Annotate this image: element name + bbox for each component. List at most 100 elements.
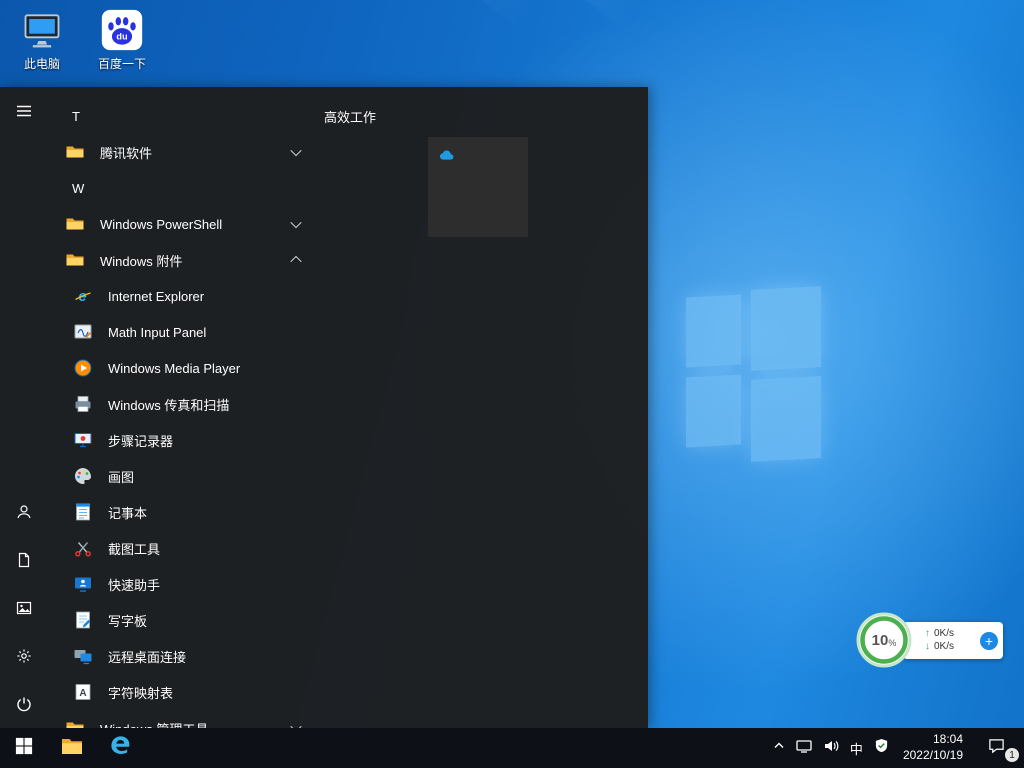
- chevron-down-icon: [290, 145, 301, 156]
- app-list-item[interactable]: 画图: [48, 458, 324, 494]
- svg-text:A: A: [79, 688, 86, 699]
- app-list-item[interactable]: e Internet Explorer: [48, 278, 324, 314]
- usage-percent-sign: %: [888, 638, 896, 648]
- app-list-folder[interactable]: Windows 附件: [48, 242, 324, 278]
- tile-group-label[interactable]: 高效工作: [324, 107, 648, 126]
- math-input-panel-icon: [72, 321, 94, 343]
- add-button[interactable]: +: [980, 632, 998, 650]
- taskbar: 中 18:04 2022/10/19 1: [0, 728, 1024, 768]
- taskbar-left: [0, 728, 144, 768]
- shield-check-icon: [874, 738, 889, 758]
- app-list-item[interactable]: 记事本: [48, 494, 324, 530]
- app-label: 快速助手: [108, 575, 160, 594]
- snipping-tool-icon: [72, 537, 94, 559]
- app-label: Windows 管理工具: [100, 719, 208, 729]
- app-label: Windows Media Player: [108, 361, 240, 376]
- app-section-header[interactable]: T: [48, 98, 324, 134]
- media-player-icon: [72, 357, 94, 379]
- desktop-icon-label: 百度一下: [98, 55, 146, 72]
- app-list-item[interactable]: 写字板: [48, 602, 324, 638]
- notification-badge: 1: [1005, 748, 1019, 762]
- app-label: Internet Explorer: [108, 289, 204, 304]
- wordpad-icon: [72, 609, 94, 631]
- file-explorer-button[interactable]: [48, 728, 96, 768]
- start-rail-top: [0, 87, 48, 135]
- app-list-item[interactable]: Windows Media Player: [48, 350, 324, 386]
- notepad-icon: [72, 501, 94, 523]
- chevron-down-icon: [290, 217, 301, 228]
- app-list-item[interactable]: Math Input Panel: [48, 314, 324, 350]
- app-label: 写字板: [108, 611, 147, 630]
- rail-power-button[interactable]: [0, 680, 48, 728]
- rail-pictures-button[interactable]: [0, 584, 48, 632]
- app-section-header[interactable]: W: [48, 170, 324, 206]
- browser-e-icon: [108, 733, 133, 763]
- internet-explorer-icon: e: [72, 285, 94, 307]
- clock-date: 2022/10/19: [903, 748, 963, 764]
- app-label: 截图工具: [108, 539, 160, 558]
- start-tile-pane: 高效工作: [324, 87, 648, 728]
- app-label: Windows PowerShell: [100, 217, 222, 232]
- folder-icon: [60, 734, 84, 763]
- desktop-icon-this-pc[interactable]: 此电脑: [6, 8, 78, 72]
- net-speed-rows: ↑ 0K/s ↓ 0K/s: [925, 628, 954, 654]
- section-label: T: [72, 109, 80, 124]
- chevron-up-icon: [773, 739, 785, 757]
- rail-settings-button[interactable]: [0, 632, 48, 680]
- upload-speed-row: ↑ 0K/s: [925, 628, 954, 641]
- app-list-folder[interactable]: Windows PowerShell: [48, 206, 324, 242]
- app-list-item[interactable]: A字符映射表: [48, 674, 324, 710]
- rail-menu-button[interactable]: [0, 87, 48, 135]
- tray-ime-indicator[interactable]: 中: [845, 728, 868, 768]
- clock-time: 18:04: [933, 732, 963, 748]
- app-list-item[interactable]: 快速助手: [48, 566, 324, 602]
- character-map-icon: A: [72, 681, 94, 703]
- app-label: 腾讯软件: [100, 143, 152, 162]
- app-list-item[interactable]: 步骤记录器: [48, 422, 324, 458]
- tray-chevron-up-button[interactable]: [768, 728, 790, 768]
- folder-icon: [64, 213, 86, 235]
- download-speed-value: 0K/s: [934, 641, 954, 654]
- steps-recorder-icon: [72, 429, 94, 451]
- browser-button[interactable]: [96, 728, 144, 768]
- usage-percent: 10%: [855, 611, 913, 669]
- app-list-item[interactable]: 远程桌面连接: [48, 638, 324, 674]
- rail-documents-button[interactable]: [0, 536, 48, 584]
- baidu-icon: du: [100, 8, 144, 52]
- pictures-icon: [13, 597, 35, 619]
- upload-speed-value: 0K/s: [934, 628, 954, 641]
- app-list-item[interactable]: Windows 传真和扫描: [48, 386, 324, 422]
- app-list-folder[interactable]: 腾讯软件: [48, 134, 324, 170]
- section-label: W: [72, 181, 84, 196]
- folder-icon: [64, 249, 86, 271]
- app-label: Windows 传真和扫描: [108, 395, 229, 414]
- app-list-folder[interactable]: Windows 管理工具: [48, 710, 324, 728]
- usage-gauge[interactable]: 10%: [855, 611, 913, 669]
- start-menu: T 腾讯软件 W Windows PowerShell Windows 附件 e Inter…: [0, 87, 648, 728]
- desktop-icon-baidu[interactable]: du 百度一下: [86, 8, 158, 72]
- system-tray: 中 18:04 2022/10/19 1: [768, 728, 1024, 768]
- light-beam: [430, 0, 1024, 28]
- tray-network-button[interactable]: [791, 728, 817, 768]
- screen: 此电脑 du 百度一下: [0, 0, 1024, 768]
- tray-security-button[interactable]: [869, 728, 894, 768]
- download-speed-row: ↓ 0K/s: [925, 641, 954, 654]
- net-speed-panel[interactable]: ↑ 0K/s ↓ 0K/s +: [903, 622, 1003, 659]
- cloud-icon: [438, 147, 456, 170]
- quick-assist-icon: [72, 573, 94, 595]
- this-pc-icon: [20, 8, 64, 52]
- app-list-item[interactable]: 截图工具: [48, 530, 324, 566]
- hamburger-icon: [13, 100, 35, 122]
- folder-icon: [64, 717, 86, 728]
- taskbar-clock[interactable]: 18:04 2022/10/19: [895, 732, 971, 763]
- folder-icon: [64, 141, 86, 163]
- chevron-up-icon: [290, 256, 301, 267]
- app-label: 记事本: [108, 503, 147, 522]
- action-center-button[interactable]: 1: [972, 728, 1020, 768]
- desktop-icons: 此电脑 du 百度一下: [6, 8, 158, 72]
- start-button[interactable]: [0, 728, 48, 768]
- rail-account-button[interactable]: [0, 488, 48, 536]
- tray-volume-button[interactable]: [818, 728, 844, 768]
- app-label: Windows 附件: [100, 251, 182, 270]
- tile-onedrive[interactable]: [428, 137, 528, 237]
